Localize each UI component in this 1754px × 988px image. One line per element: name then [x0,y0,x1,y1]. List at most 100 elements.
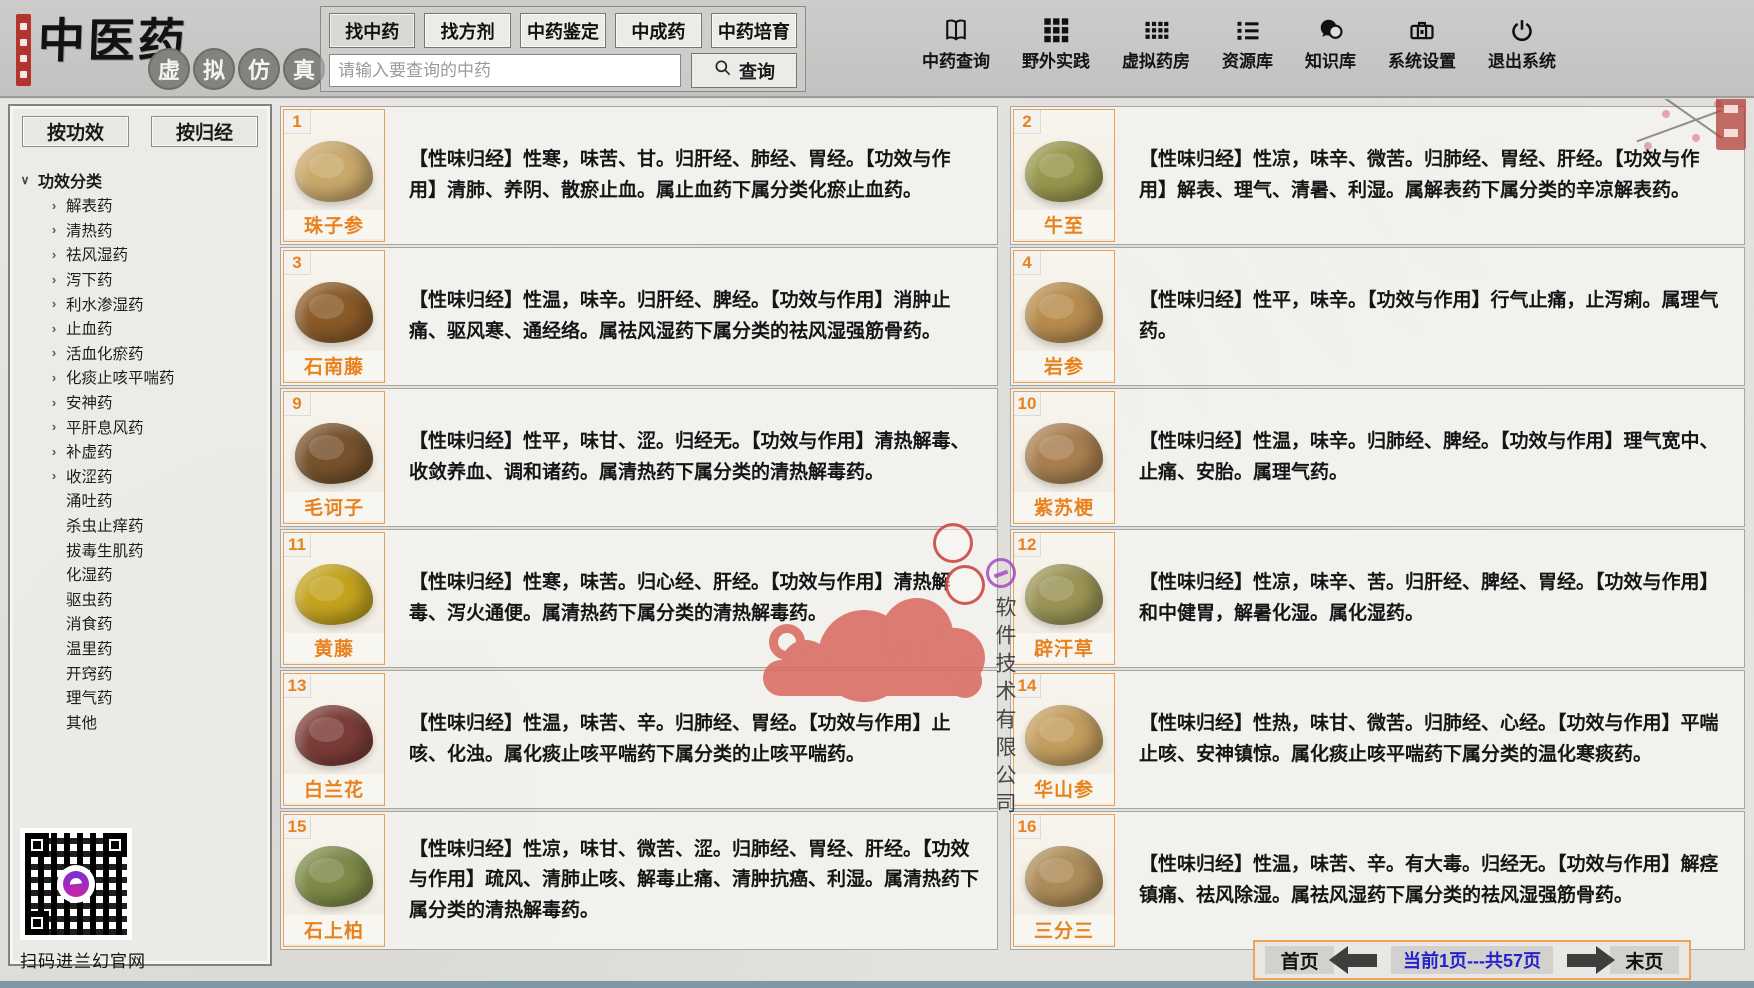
nav-退出系统[interactable]: 退出系统 [1488,14,1556,72]
sidebar-category[interactable]: ›补虚药 [18,439,266,464]
sidebar-category[interactable]: ›止血药 [18,316,266,341]
sidebar-category[interactable]: 化湿药 [18,562,266,587]
herb-thumbnail[interactable]: 15 石上柏 [283,814,385,947]
nav-label: 知识库 [1305,47,1356,72]
herb-description: 【性味归经】性温，味辛。归肺经、脾经。【功效与作用】理气宽中、止痛、安胎。属理气… [1139,389,1726,526]
herb-photo [295,282,373,342]
sidebar-category[interactable]: ›清热药 [18,218,266,243]
first-page-button[interactable]: 首页 [1265,946,1334,974]
search-tab[interactable]: 中成药 [615,13,701,48]
herb-thumbnail[interactable]: 1 珠子参 [283,109,385,242]
sidebar-category[interactable]: 拔毒生肌药 [18,537,266,562]
herb-number: 3 [284,251,311,275]
nav-野外实践[interactable]: 野外实践 [1022,14,1090,72]
category-label: 泻下药 [66,268,113,290]
sidebar-category[interactable]: 驱虫药 [18,587,266,612]
chevron-right-icon: › [48,198,60,213]
herb-name: 石南藤 [284,351,384,380]
filter-by-effect-button[interactable]: 按功效 [22,116,129,147]
herb-photo [295,705,373,765]
sidebar-category[interactable]: 温里药 [18,636,266,661]
nav-资源库[interactable]: 资源库 [1222,14,1273,72]
herb-thumbnail[interactable]: 9 毛诃子 [283,391,385,524]
search-tabs: 找中药找方剂中药鉴定中成药中药培育 [329,13,797,48]
search-tab[interactable]: 中药培育 [711,13,797,48]
sidebar-category[interactable]: 消食药 [18,611,266,636]
sidebar-category[interactable]: ›活血化瘀药 [18,341,266,366]
sidebar-category[interactable]: ›收涩药 [18,464,266,489]
cabinet-grid-icon [1142,14,1170,44]
app-subtitle: 虚拟仿真 [148,48,325,90]
filter-by-meridian-button[interactable]: 按归经 [151,116,258,147]
qr-code [20,828,132,940]
herb-thumbnail[interactable]: 16 三分三 [1013,814,1115,947]
nav-label: 虚拟药房 [1122,47,1190,72]
chevron-right-icon: › [48,345,60,360]
herb-description: 【性味归经】性温，味苦、辛。有大毒。归经无。【功效与作用】解痉镇痛、祛风除湿。属… [1139,812,1726,949]
list-icon [1234,14,1262,44]
herb-card[interactable]: 15 石上柏 【性味归经】性凉，味甘、微苦、涩。归肺经、胃经、肝经。【功效与作用… [280,811,998,950]
chevron-right-icon: › [48,395,60,410]
sidebar-category[interactable]: ›安神药 [18,390,266,415]
category-label: 利水渗湿药 [66,293,144,315]
herb-card[interactable]: 13 白兰花 【性味归经】性温，味苦、辛。归肺经、胃经。【功效与作用】止咳、化浊… [280,670,998,809]
herb-card[interactable]: 4 岩参 【性味归经】性平，味辛。【功效与作用】行气止痛，止泻痢。属理气药。 [1010,247,1745,386]
herb-thumbnail[interactable]: 10 紫苏梗 [1013,391,1115,524]
sidebar-category[interactable]: ›平肝息风药 [18,414,266,439]
herb-thumbnail[interactable]: 4 岩参 [1013,250,1115,383]
herb-description: 【性味归经】性温，味苦、辛。归肺经、胃经。【功效与作用】止咳、化浊。属化痰止咳平… [409,671,979,808]
tree-root-node[interactable]: ∨ 功效分类 [18,166,266,193]
herb-card[interactable]: 11 黄藤 【性味归经】性寒，味苦。归心经、肝经。【功效与作用】清热解毒、泻火通… [280,529,998,668]
herb-card[interactable]: 1 珠子参 【性味归经】性寒，味苦、甘。归肝经、肺经、胃经。【功效与作用】清肺、… [280,106,998,245]
herb-card[interactable]: 16 三分三 【性味归经】性温，味苦、辛。有大毒。归经无。【功效与作用】解痉镇痛… [1010,811,1745,950]
sidebar-category[interactable]: 开窍药 [18,660,266,685]
herb-thumbnail[interactable]: 13 白兰花 [283,673,385,806]
sidebar-category[interactable]: 理气药 [18,685,266,710]
herb-card[interactable]: 3 石南藤 【性味归经】性温，味辛。归肝经、脾经。【功效与作用】消肿止痛、驱风寒… [280,247,998,386]
sidebar-category[interactable]: ›祛风湿药 [18,242,266,267]
sidebar-category[interactable]: 其他 [18,709,266,734]
sidebar-category[interactable]: ›利水渗湿药 [18,291,266,316]
herb-number: 14 [1014,674,1041,698]
herb-card[interactable]: 12 辟汗草 【性味归经】性凉，味辛、苦。归肝经、脾经、胃经。【功效与作用】和中… [1010,529,1745,668]
herb-card[interactable]: 14 华山参 【性味归经】性热，味甘、微苦。归肺经、心经。【功效与作用】平喘止咳… [1010,670,1745,809]
herb-photo [295,564,373,624]
herb-thumbnail[interactable]: 14 华山参 [1013,673,1115,806]
previous-page-arrow[interactable] [1348,954,1377,967]
search-tab[interactable]: 找方剂 [424,13,510,48]
sidebar-category[interactable]: ›泻下药 [18,267,266,292]
category-label: 拔毒生肌药 [66,539,144,561]
chevron-down-icon: ∨ [18,173,32,187]
category-label: 涌吐药 [66,489,113,511]
herb-thumbnail[interactable]: 2 牛至 [1013,109,1115,242]
nav-知识库[interactable]: 知识库 [1305,14,1356,72]
herb-thumbnail[interactable]: 3 石南藤 [283,250,385,383]
sidebar-category[interactable]: 杀虫止痒药 [18,513,266,538]
herb-card[interactable]: 9 毛诃子 【性味归经】性平，味甘、涩。归经无。【功效与作用】清热解毒、收敛养血… [280,388,998,527]
herb-description: 【性味归经】性凉，味甘、微苦、涩。归肺经、胃经、肝经。【功效与作用】疏风、清肺止… [409,812,979,949]
category-label: 消食药 [66,612,113,634]
nav-中药查询[interactable]: 中药查询 [922,14,990,72]
herb-list-right-column: 2 牛至 【性味归经】性凉，味辛、微苦。归肺经、胃经、肝经。【功效与作用】解表、… [1010,106,1745,950]
herb-number: 2 [1014,110,1041,134]
herb-number: 11 [284,533,311,557]
search-tab[interactable]: 中药鉴定 [520,13,606,48]
last-page-button[interactable]: 末页 [1610,946,1679,974]
nav-系统设置[interactable]: 系统设置 [1388,14,1456,72]
search-tab[interactable]: 找中药 [329,13,415,48]
search-input[interactable] [329,54,681,87]
sidebar-category[interactable]: ›解表药 [18,193,266,218]
herb-card[interactable]: 2 牛至 【性味归经】性凉，味辛、微苦。归肺经、胃经、肝经。【功效与作用】解表、… [1010,106,1745,245]
pagination-bar: 首页 当前1页---共57页 末页 [1253,940,1691,980]
book-icon [942,14,970,44]
sidebar-category[interactable]: 涌吐药 [18,488,266,513]
herb-thumbnail[interactable]: 11 黄藤 [283,532,385,665]
herb-card[interactable]: 10 紫苏梗 【性味归经】性温，味辛。归肺经、脾经。【功效与作用】理气宽中、止痛… [1010,388,1745,527]
herb-thumbnail[interactable]: 12 辟汗草 [1013,532,1115,665]
red-seal-logo-icon [16,14,31,86]
nav-虚拟药房[interactable]: 虚拟药房 [1122,14,1190,72]
sidebar-category[interactable]: ›化痰止咳平喘药 [18,365,266,390]
search-button[interactable]: 查询 [691,53,797,88]
next-page-arrow[interactable] [1567,954,1596,967]
herb-number: 13 [284,674,311,698]
